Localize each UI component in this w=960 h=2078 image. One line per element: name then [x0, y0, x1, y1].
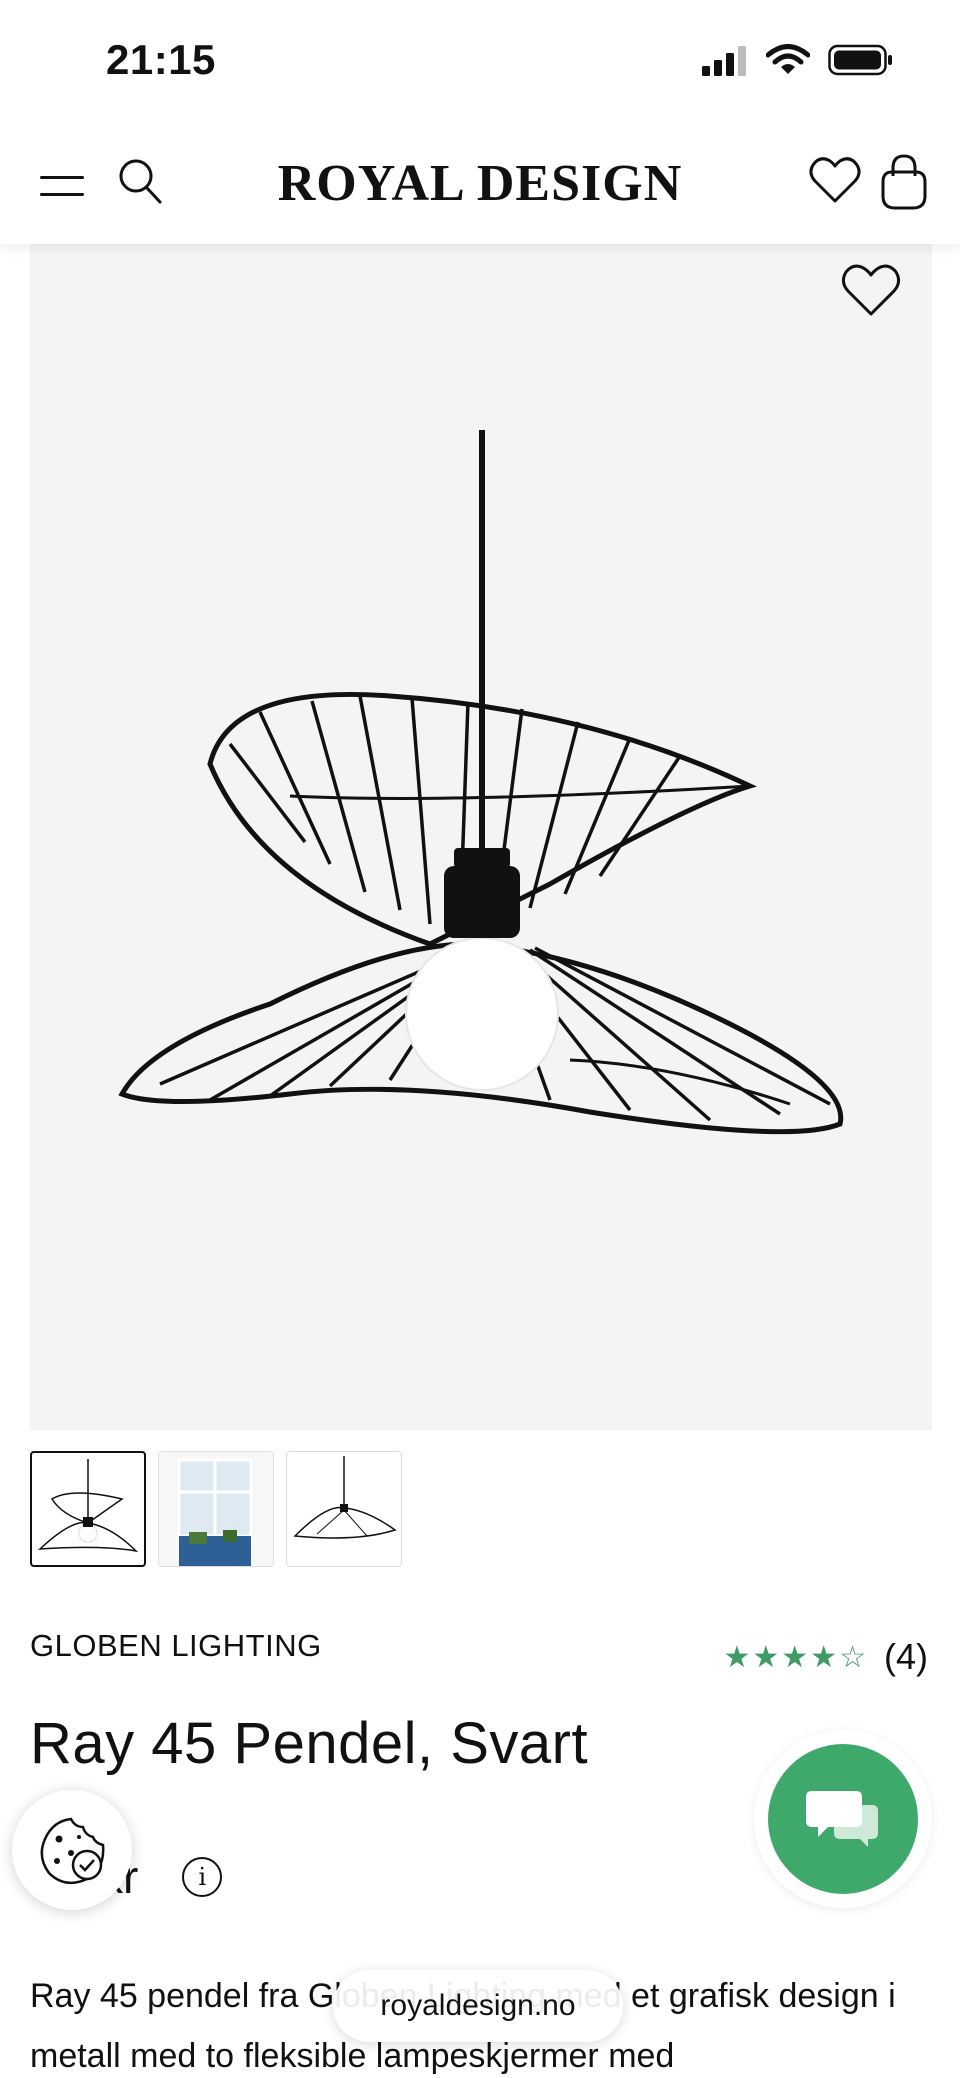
info-icon[interactable]: i	[182, 1857, 223, 1897]
product-brand[interactable]: GLOBEN LIGHTING	[30, 1628, 322, 1664]
pendant-lamp-image	[118, 430, 844, 1135]
chat-button[interactable]	[768, 1744, 918, 1894]
status-icons	[700, 44, 894, 76]
bag-icon[interactable]	[878, 152, 930, 212]
heart-icon[interactable]	[808, 154, 862, 208]
product-image[interactable]	[30, 244, 932, 1430]
thumbnail-3[interactable]	[286, 1451, 402, 1567]
wifi-icon	[766, 44, 810, 74]
thumbnail-1[interactable]	[30, 1451, 146, 1567]
browser-url-bar[interactable]: royaldesign.no	[333, 1970, 623, 2042]
chat-icon	[806, 1791, 878, 1847]
signal-icon	[702, 46, 746, 76]
rating-stars: ★★★★☆	[723, 1640, 868, 1674]
status-bar: 21:15	[0, 0, 960, 126]
status-time: 21:15	[106, 36, 216, 83]
heart-icon[interactable]	[840, 262, 902, 320]
pendant-lamp-thumbnail	[37, 1459, 139, 1553]
image-thumbnails	[30, 1451, 402, 1567]
cookie-icon	[40, 1817, 105, 1885]
cookie-settings-button[interactable]	[12, 1790, 132, 1910]
product-title: Ray 45 Pendel, Svart	[30, 1711, 589, 1776]
battery-icon	[828, 44, 892, 76]
rating-count: (4)	[884, 1636, 928, 1677]
product-rating[interactable]: ★★★★☆ (4)	[724, 1636, 928, 1678]
chat-button-ring	[754, 1730, 932, 1908]
thumbnail-2[interactable]	[158, 1451, 274, 1567]
site-header: ROYAL DESIGN	[0, 126, 960, 244]
room-scene-thumbnail	[159, 1452, 273, 1566]
pendant-lamp-side-thumbnail	[293, 1456, 397, 1539]
